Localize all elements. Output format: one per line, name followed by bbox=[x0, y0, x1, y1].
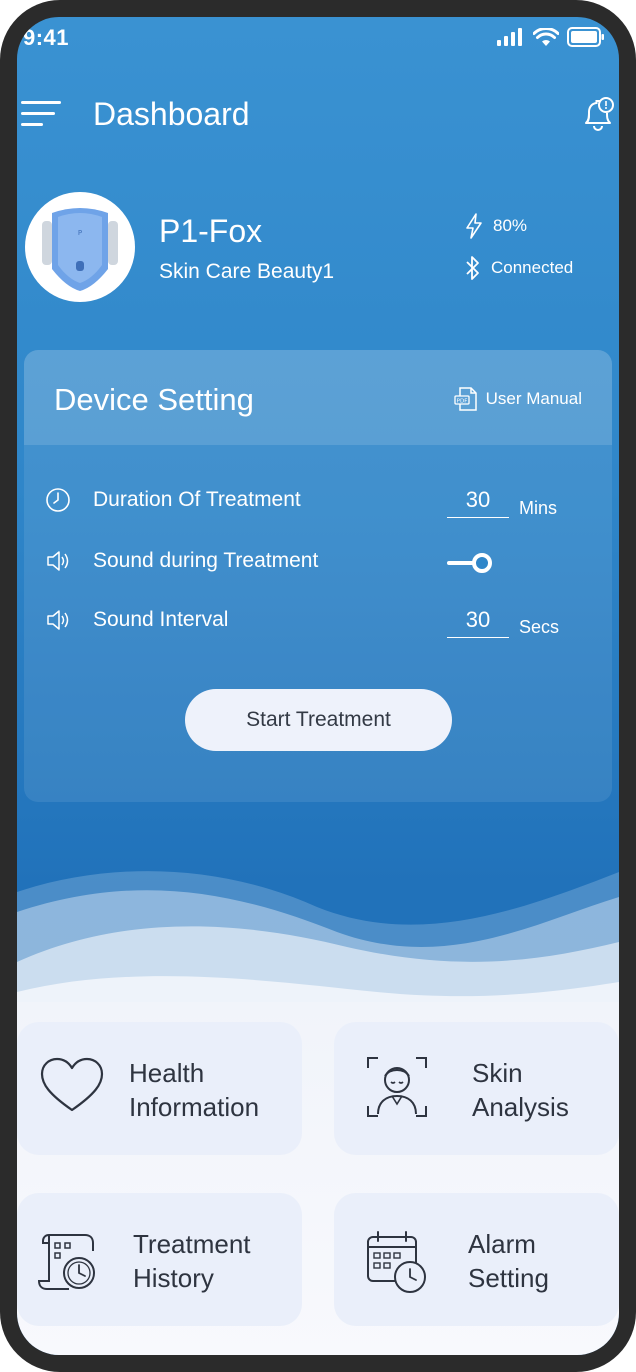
interval-label: Sound Interval bbox=[93, 608, 229, 631]
tile-label: Alarm Setting bbox=[468, 1229, 549, 1293]
device-setting-header: Device Setting PDF User Manual bbox=[24, 350, 612, 445]
tile-skin-analysis[interactable]: Skin Analysis bbox=[334, 1022, 619, 1155]
face-scan-icon bbox=[367, 1057, 427, 1117]
duration-unit: Mins bbox=[519, 498, 558, 518]
sound-row: Sound during Treatment bbox=[45, 548, 318, 574]
calendar-clock-icon bbox=[367, 1231, 426, 1293]
start-treatment-button[interactable]: Start Treatment bbox=[185, 689, 452, 751]
page-title: Dashboard bbox=[93, 96, 250, 132]
interval-row: Sound Interval bbox=[45, 607, 228, 633]
tile-label: Skin Analysis bbox=[472, 1058, 569, 1122]
bluetooth-icon bbox=[466, 256, 479, 280]
device-image: P bbox=[42, 208, 118, 291]
lightning-icon bbox=[466, 213, 482, 239]
toggle-switch-icon bbox=[447, 553, 492, 573]
user-manual-label: User Manual bbox=[485, 389, 582, 408]
sound-toggle[interactable] bbox=[447, 552, 495, 574]
tile-alarm-setting[interactable]: Alarm Setting bbox=[334, 1193, 619, 1326]
status-icons bbox=[497, 27, 605, 47]
user-manual-link[interactable]: PDF User Manual bbox=[453, 386, 582, 412]
battery-status-icon bbox=[567, 27, 604, 47]
device-setting-title: Device Setting bbox=[54, 382, 254, 417]
phone-frame: 9:41 Dashboard P P1-Fox Skin Care Beauty… bbox=[0, 0, 636, 1372]
hamburger-icon bbox=[21, 101, 61, 126]
svg-text:P: P bbox=[78, 229, 82, 237]
menu-button[interactable] bbox=[21, 99, 61, 129]
battery-level: 80% bbox=[493, 216, 528, 235]
connection-label: Connected bbox=[491, 258, 574, 277]
signal-icon bbox=[497, 28, 522, 46]
svg-text:PDF: PDF bbox=[456, 399, 467, 405]
device-name: P1-Fox bbox=[159, 213, 263, 249]
tile-treatment-history[interactable]: Treatment History bbox=[17, 1193, 302, 1326]
sound-label: Sound during Treatment bbox=[93, 549, 319, 572]
device-avatar: P bbox=[25, 192, 135, 302]
speaker-icon bbox=[45, 607, 71, 633]
device-model: Skin Care Beauty1 bbox=[159, 260, 335, 283]
battery-status: 80% bbox=[465, 213, 527, 239]
tile-label: Treatment History bbox=[133, 1229, 251, 1293]
interval-unit: Secs bbox=[519, 617, 560, 637]
history-scroll-icon bbox=[37, 1234, 95, 1290]
status-time: 9:41 bbox=[23, 25, 70, 50]
tile-health-information[interactable]: Health Information bbox=[17, 1022, 302, 1155]
duration-input[interactable]: 30 bbox=[447, 487, 509, 518]
notification-button[interactable] bbox=[581, 97, 615, 133]
pdf-file-icon: PDF bbox=[453, 387, 477, 411]
duration-row: Duration Of Treatment bbox=[45, 487, 301, 513]
heart-icon bbox=[40, 1057, 104, 1112]
duration-label: Duration Of Treatment bbox=[93, 488, 301, 511]
interval-input[interactable]: 30 bbox=[447, 607, 509, 638]
clock-icon bbox=[45, 487, 71, 513]
wifi-icon bbox=[533, 27, 559, 46]
notification-bell-icon bbox=[585, 97, 614, 131]
tile-label: Health Information bbox=[129, 1058, 260, 1122]
speaker-icon bbox=[45, 548, 71, 574]
app-screen: 9:41 Dashboard P P1-Fox Skin Care Beauty… bbox=[17, 17, 619, 1355]
connection-status: Connected bbox=[465, 255, 573, 281]
